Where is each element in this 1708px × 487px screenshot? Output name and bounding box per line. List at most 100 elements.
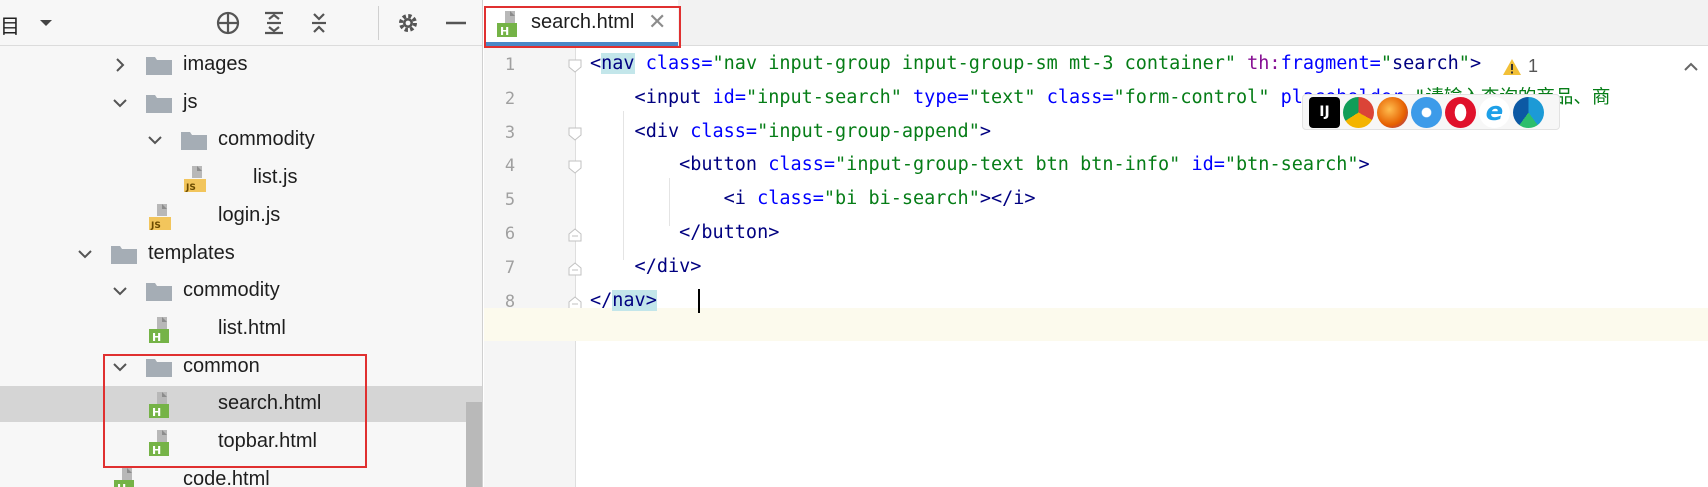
chevron-down-icon[interactable] [37, 14, 55, 32]
line-number: 6 [504, 224, 516, 244]
toolbar-separator [378, 6, 379, 40]
code-token: fragment= [1280, 53, 1381, 74]
line-number: 5 [504, 190, 516, 211]
code-token: "nav input-group input-group-sm mt-3 con… [712, 53, 1237, 74]
tree-item[interactable]: images [0, 47, 482, 83]
js-file-icon: JS [184, 166, 206, 193]
chevron-down-icon[interactable] [112, 283, 128, 299]
tab-active-indicator [484, 42, 678, 46]
code-token: <i [590, 188, 746, 210]
code-line[interactable]: <nav class="nav input-group input-group-… [590, 49, 1481, 79]
line-number: 7 [504, 257, 516, 278]
inspection-widget[interactable]: 1 [1502, 56, 1538, 77]
code-token: > [1469, 53, 1482, 74]
code-token: > [645, 289, 657, 311]
tab-search-html[interactable]: H search.html ✕ [484, 0, 678, 46]
tree-item[interactable]: commodity [0, 122, 482, 158]
project-title: 目 [0, 16, 20, 38]
chevron-down-icon[interactable] [77, 246, 93, 262]
code-line[interactable]: <i class="bi bi-search"></i> [590, 184, 1036, 214]
editor-tab-bar: H search.html ✕ [484, 0, 1708, 46]
svg-text:JS: JS [150, 221, 161, 231]
browser-preview-popup: IJ e [1302, 94, 1560, 130]
tree-item[interactable]: commodity [0, 273, 482, 309]
tree-item-label: js [183, 90, 198, 113]
tree-item-label: list.html [218, 316, 286, 339]
code-token: " [1380, 53, 1392, 74]
chevron-up-icon[interactable] [1682, 58, 1700, 76]
crosshair-icon[interactable] [212, 7, 244, 39]
code-token: "bi bi-search" [823, 188, 980, 210]
ie-browser-icon[interactable]: e [1479, 96, 1510, 128]
tab-label: search.html [531, 11, 635, 33]
editor: H search.html ✕ 12345678 <nav class="nav… [484, 0, 1708, 487]
tree-item[interactable]: Hsearch.html [0, 386, 482, 423]
html-file-icon: H [497, 11, 517, 38]
chevron-right-icon[interactable] [112, 57, 128, 73]
html-file-icon: H [149, 392, 169, 419]
html-file-icon: H [114, 467, 134, 487]
minimize-icon[interactable] [440, 7, 472, 39]
code-token: <button [590, 154, 758, 176]
line-number: 3 [504, 122, 516, 143]
tree-item[interactable]: common [0, 349, 482, 385]
code-token: nav [612, 289, 646, 311]
chevron-down-icon[interactable] [112, 359, 128, 375]
tree-scrollbar[interactable] [466, 402, 482, 487]
close-icon[interactable]: ✕ [648, 10, 666, 34]
code-token: class= [745, 188, 824, 210]
opera-browser-icon[interactable] [1445, 96, 1476, 128]
tree-item[interactable]: templates [0, 236, 482, 272]
code-token: </button> [590, 222, 780, 243]
code-token: input [645, 86, 702, 108]
tree-item-label: commodity [218, 128, 315, 151]
code-token: ></i> [979, 188, 1036, 210]
tree-item[interactable]: js [0, 85, 482, 121]
svg-text:H: H [152, 331, 161, 344]
tree-item[interactable]: JS list.js [0, 160, 482, 196]
line-number: 1 [504, 55, 516, 75]
collapse-all-icon[interactable] [303, 7, 335, 39]
code-line[interactable]: </nav> [590, 286, 657, 316]
tree-item[interactable]: Htopbar.html [0, 424, 482, 460]
code-token: "input-group-append" [757, 120, 980, 142]
intellij-browser-icon[interactable]: IJ [1309, 96, 1340, 128]
code-token: class= [679, 120, 758, 142]
code-token: > [1358, 154, 1370, 176]
chevron-down-icon[interactable] [147, 132, 163, 148]
chrome-browser-icon[interactable] [1343, 96, 1374, 128]
project-toolbar: 目 [0, 0, 482, 46]
code-token: search [1391, 53, 1459, 74]
code-token: class= [1035, 86, 1114, 108]
tree-item-label: commodity [183, 279, 280, 302]
code-line[interactable]: <button class="input-group-text btn btn-… [590, 150, 1370, 180]
expand-all-icon[interactable] [258, 7, 290, 39]
code-line[interactable]: </div> [590, 252, 702, 282]
code-token: < [590, 53, 602, 74]
safari-browser-icon[interactable] [1411, 96, 1442, 128]
code-token: </ [590, 289, 613, 311]
line-number: 2 [504, 88, 516, 109]
tree-item[interactable]: Hlist.html [0, 311, 482, 347]
svg-text:H: H [152, 406, 161, 419]
code-token: type= [901, 86, 969, 108]
code-token: </div> [590, 255, 702, 277]
edge-browser-icon[interactable] [1513, 96, 1544, 128]
firefox-browser-icon[interactable] [1377, 96, 1408, 128]
code-token: class= [757, 154, 836, 176]
tree-item[interactable]: JS login.js [0, 198, 482, 234]
warning-icon [1503, 58, 1521, 75]
gear-icon[interactable] [392, 7, 424, 39]
svg-text:H: H [152, 444, 161, 457]
chevron-down-icon[interactable] [112, 95, 128, 111]
code-token: "input-search" [745, 86, 902, 108]
code-token: "text" [968, 86, 1036, 108]
code-line[interactable]: </button> [590, 218, 779, 248]
code-token: "btn-search" [1224, 154, 1359, 176]
tree-item[interactable]: Hcode.html [0, 462, 482, 487]
svg-text:H: H [117, 482, 126, 487]
line-number: 4 [504, 156, 516, 177]
code-line[interactable]: <div class="input-group-append"> [590, 117, 991, 147]
folder-icon [181, 132, 207, 151]
folder-icon [146, 57, 172, 75]
